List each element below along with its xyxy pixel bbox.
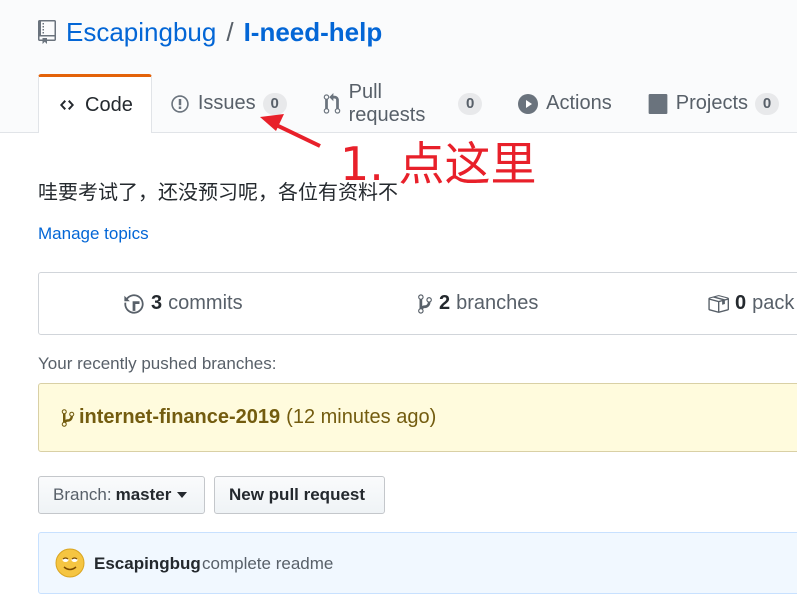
branch-select-value: master	[115, 485, 172, 504]
commits-label: commits	[168, 292, 243, 314]
new-pull-request-button[interactable]: New pull request	[214, 476, 385, 514]
repo-owner-link[interactable]: Escapingbug	[66, 17, 216, 48]
code-icon	[57, 97, 77, 113]
git-branch-icon	[418, 293, 432, 314]
caret-down-icon	[177, 492, 188, 498]
tab-pull-requests[interactable]: Pull requests 0	[305, 74, 501, 133]
manage-topics-link[interactable]: Manage topics	[38, 224, 149, 244]
commits-link[interactable]: 3 commits	[123, 273, 243, 334]
tab-code-label: Code	[85, 93, 133, 116]
recent-branch-item: internet-finance-2019 (12 minutes ago)	[61, 384, 436, 451]
history-icon	[124, 293, 144, 314]
packages-count: 0	[735, 292, 747, 314]
latest-commit-bar: Escapingbug complete readme	[38, 532, 797, 594]
tab-actions[interactable]: Actions	[500, 74, 630, 133]
projects-counter: 0	[755, 92, 779, 115]
issues-counter: 0	[262, 92, 287, 115]
avatar[interactable]	[55, 548, 85, 578]
commits-count: 3	[151, 292, 163, 314]
repo-nav-tabs: Code Issues 0 Pull requests 0 Actions Pr…	[38, 74, 797, 133]
commit-message-link[interactable]: complete readme	[202, 554, 333, 574]
branch-select-button[interactable]: Branch: master	[38, 476, 205, 514]
package-icon	[708, 294, 729, 313]
packages-link[interactable]: 0 pack	[707, 273, 794, 334]
issue-opened-icon	[170, 94, 190, 114]
tab-actions-label: Actions	[546, 92, 612, 114]
tab-code[interactable]: Code	[38, 74, 152, 133]
pull-requests-counter: 0	[458, 92, 483, 115]
recent-branch-link[interactable]: internet-finance-2019	[79, 406, 280, 429]
recent-branch-banner: internet-finance-2019 (12 minutes ago)	[38, 383, 797, 452]
git-pull-request-icon	[323, 92, 341, 115]
repo-title: Escapingbug / I-need-help	[38, 12, 382, 52]
play-icon	[518, 93, 539, 114]
repo-icon	[38, 20, 56, 44]
git-branch-icon	[61, 408, 75, 427]
repo-separator: /	[226, 16, 234, 47]
tab-projects[interactable]: Projects 0	[630, 74, 797, 133]
branch-select-label: Branch:	[53, 485, 112, 504]
recent-branch-time: (12 minutes ago)	[286, 406, 437, 428]
tab-issues[interactable]: Issues 0	[152, 74, 305, 133]
tab-projects-label: Projects	[675, 92, 748, 114]
branches-label: branches	[456, 292, 539, 314]
tab-issues-label: Issues	[197, 92, 256, 114]
numbers-summary: 3 commits 2 branches 0 pack	[38, 272, 797, 335]
repo-description: 哇要考试了，还没预习呢，各位有资料不	[38, 180, 398, 204]
branches-link[interactable]: 2 branches	[417, 273, 538, 334]
project-icon	[648, 93, 668, 114]
recent-branches-label: Your recently pushed branches:	[38, 354, 277, 373]
packages-label: pack	[752, 292, 795, 314]
repo-name-link[interactable]: I-need-help	[244, 17, 383, 48]
branches-count: 2	[439, 292, 451, 314]
commit-author-link[interactable]: Escapingbug	[94, 554, 201, 574]
tab-pull-requests-label: Pull requests	[348, 80, 426, 126]
